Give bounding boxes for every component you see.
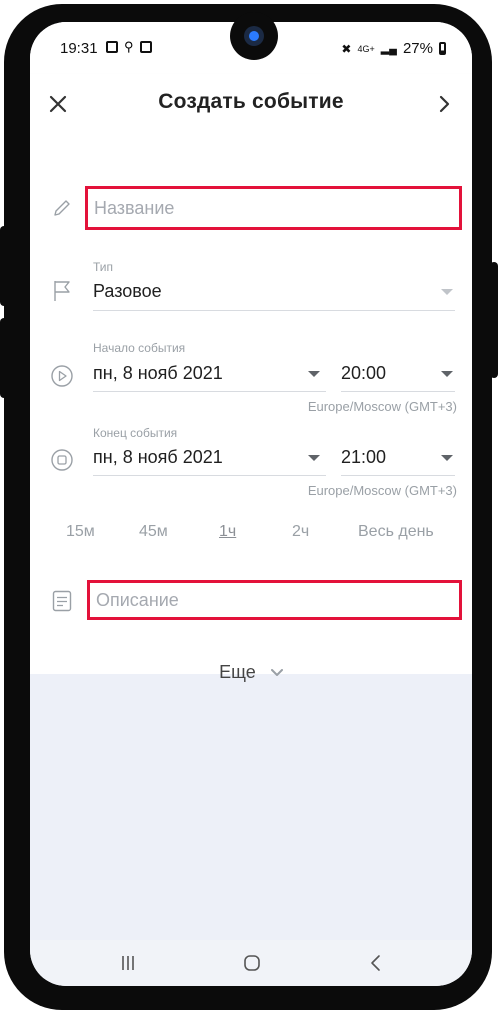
chevron-down-icon — [270, 669, 283, 677]
front-camera — [230, 12, 278, 60]
recent-apps-icon — [122, 956, 134, 970]
mute-icon: ✖ — [341, 41, 352, 56]
chevron-down-icon[interactable] — [308, 455, 320, 461]
end-date[interactable]: пн, 8 нояб 2021 — [93, 447, 223, 468]
type-value[interactable]: Разовое — [93, 281, 162, 302]
event-form: Тип Разовое Начало события пн, 8 нояб 20… — [30, 134, 472, 682]
status-time: 19:31 — [60, 40, 98, 57]
chevron-down-icon[interactable] — [441, 371, 453, 377]
signal-icon: ▂▄ — [380, 43, 397, 55]
back-icon — [371, 955, 380, 971]
end-timezone[interactable]: Europe/Moscow (GMT+3) — [308, 483, 457, 498]
home-icon — [244, 955, 260, 971]
notes-icon — [52, 590, 72, 612]
chevron-right-icon — [439, 95, 450, 113]
start-label: Начало события — [93, 341, 186, 355]
chevron-down-icon[interactable] — [441, 289, 453, 295]
app-header: Создать событие — [30, 74, 472, 134]
duration-option-selected[interactable]: 1ч — [219, 523, 236, 541]
start-date[interactable]: пн, 8 нояб 2021 — [93, 363, 223, 384]
flag-icon — [54, 281, 70, 301]
end-label: Конец события — [93, 426, 178, 440]
system-nav-bar — [30, 940, 472, 986]
next-button[interactable] — [424, 84, 464, 124]
duration-option[interactable]: 45м — [139, 523, 168, 541]
screen: 19:31 ⚲ ✖ 4G+ ▂▄ 27% Создать событие Наз… — [30, 22, 472, 986]
pencil-icon — [54, 200, 70, 216]
volume-button-down — [0, 318, 8, 398]
home-button[interactable] — [232, 948, 272, 978]
notification-icon — [139, 41, 152, 53]
description-input[interactable] — [90, 583, 459, 617]
duration-option[interactable]: 15м — [66, 523, 95, 541]
battery-icon — [439, 42, 446, 55]
start-timezone[interactable]: Europe/Moscow (GMT+3) — [308, 399, 457, 414]
end-time[interactable]: 21:00 — [341, 447, 386, 468]
battery-percent: 27% — [402, 40, 433, 57]
network-type: 4G+ — [357, 43, 375, 54]
chevron-down-icon[interactable] — [441, 455, 453, 461]
recent-apps-button[interactable] — [108, 948, 148, 978]
gallery-icon — [106, 41, 118, 53]
back-button[interactable] — [356, 948, 396, 978]
type-label: Тип — [93, 260, 114, 274]
more-label: Еще — [219, 662, 256, 682]
duration-option[interactable]: 2ч — [292, 523, 309, 541]
duration-option-all-day[interactable]: Весь день — [358, 523, 434, 541]
name-field-box — [85, 186, 462, 230]
name-input[interactable] — [88, 189, 459, 227]
page-title: Создать событие — [158, 90, 344, 113]
more-button[interactable]: Еще — [30, 662, 472, 683]
volume-button — [0, 226, 8, 306]
description-field-box — [87, 580, 462, 620]
stop-circle-icon — [51, 449, 73, 471]
start-time[interactable]: 20:00 — [341, 363, 386, 384]
search-icon: ⚲ — [124, 39, 134, 54]
power-button — [490, 262, 498, 378]
play-circle-icon — [51, 365, 73, 387]
chevron-down-icon[interactable] — [308, 371, 320, 377]
